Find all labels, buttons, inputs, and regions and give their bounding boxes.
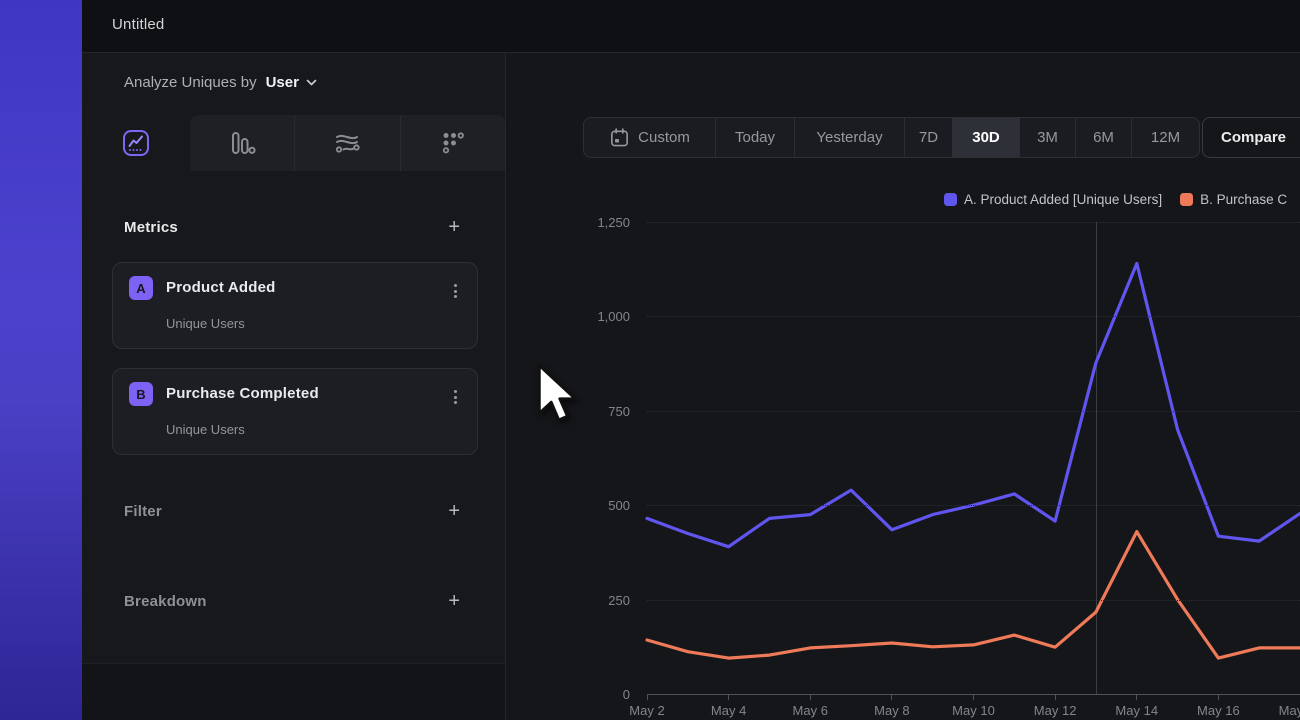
y-axis-labels: 02505007501,0001,250 <box>548 222 630 694</box>
range-label: 30D <box>972 129 1000 146</box>
gridline <box>647 411 1300 412</box>
x-tick-label: May 14 <box>1107 703 1167 718</box>
y-tick-label: 500 <box>548 498 630 513</box>
calendar-icon <box>609 127 630 148</box>
analyze-value-dropdown[interactable]: User <box>266 74 299 91</box>
x-tick-label: May 10 <box>944 703 1004 718</box>
breakdown-title: Breakdown <box>124 593 207 610</box>
metric-measure[interactable]: Unique Users <box>166 316 245 331</box>
top-bar: Untitled <box>82 0 1300 52</box>
metric-name: Purchase Completed <box>166 385 319 402</box>
analyze-label: Analyze Uniques by <box>124 74 257 91</box>
left-gradient-strip <box>0 0 82 720</box>
tab-metric-grid[interactable] <box>400 115 505 171</box>
mouse-cursor <box>536 364 580 430</box>
metric-badge-a: A <box>129 276 153 300</box>
range-label: 6M <box>1093 129 1114 146</box>
series-line <box>647 532 1300 659</box>
x-tick <box>891 695 892 700</box>
x-tick <box>810 695 811 700</box>
metric-card-a[interactable]: A Product Added Unique Users <box>112 262 478 349</box>
x-tick-label: May 16 <box>1188 703 1248 718</box>
range-30d[interactable]: 30D <box>952 118 1019 157</box>
chart-legend: A. Product Added [Unique Users] B. Purcha… <box>944 192 1287 207</box>
compare-button[interactable]: Compare <box>1202 117 1300 158</box>
range-yesterday[interactable]: Yesterday <box>794 118 904 157</box>
tab-line-chart[interactable] <box>82 115 190 171</box>
legend-swatch <box>1180 193 1193 206</box>
add-breakdown-button[interactable]: + <box>448 591 460 611</box>
x-tick <box>728 695 729 700</box>
x-tick <box>973 695 974 700</box>
breakdown-section-header: Breakdown + <box>124 591 460 611</box>
report-title[interactable]: Untitled <box>112 16 164 33</box>
bar-chart-icon <box>227 128 257 158</box>
legend-swatch <box>944 193 957 206</box>
chart-type-tabs <box>82 115 505 171</box>
tab-bar-chart[interactable] <box>190 115 294 171</box>
x-tick-label: May 6 <box>780 703 840 718</box>
metric-options-kebab-icon[interactable] <box>447 282 463 300</box>
x-tick <box>1136 695 1137 700</box>
metric-measure[interactable]: Unique Users <box>166 422 245 437</box>
range-7d[interactable]: 7D <box>904 118 952 157</box>
metric-options-kebab-icon[interactable] <box>447 388 463 406</box>
metric-card-b[interactable]: B Purchase Completed Unique Users <box>112 368 478 455</box>
gridline <box>647 222 1300 223</box>
range-label: 7D <box>919 129 938 146</box>
y-tick-label: 250 <box>548 593 630 608</box>
y-tick-label: 1,250 <box>548 215 630 230</box>
x-tick-label: May 12 <box>1025 703 1085 718</box>
query-sidebar: Analyze Uniques by User <box>82 53 505 720</box>
legend-item[interactable]: A. Product Added [Unique Users] <box>944 192 1162 207</box>
range-custom[interactable]: Custom <box>584 118 715 157</box>
range-3m[interactable]: 3M <box>1019 118 1075 157</box>
date-range-control: Custom Today Yesterday 7D 30D 3M 6M 12M <box>583 117 1200 158</box>
range-label: Today <box>735 129 775 146</box>
metric-grid-icon <box>438 128 468 158</box>
add-metric-button[interactable]: + <box>448 217 460 237</box>
gridline <box>647 316 1300 317</box>
metric-name: Product Added <box>166 279 276 296</box>
add-filter-button[interactable]: + <box>448 501 460 521</box>
x-tick-label: May 8 <box>862 703 922 718</box>
range-12m[interactable]: 12M <box>1131 118 1199 157</box>
analyze-uniques-row: Analyze Uniques by User <box>124 74 317 91</box>
flow-icon <box>332 128 362 158</box>
chart-series-svg <box>647 222 1300 694</box>
filter-title: Filter <box>124 503 162 520</box>
filter-section-header: Filter + <box>124 501 460 521</box>
legend-item[interactable]: B. Purchase C <box>1180 192 1287 207</box>
legend-label: B. Purchase C <box>1200 192 1287 207</box>
x-tick-label: May 4 <box>699 703 759 718</box>
y-tick-label: 0 <box>548 687 630 702</box>
metrics-section-header: Metrics + <box>124 217 460 237</box>
range-label: 3M <box>1037 129 1058 146</box>
x-tick-label: May 18 <box>1270 703 1300 718</box>
metrics-title: Metrics <box>124 219 178 236</box>
range-6m[interactable]: 6M <box>1075 118 1131 157</box>
x-tick <box>647 695 648 700</box>
gridline <box>647 600 1300 601</box>
chart-type-tab-tray <box>190 115 505 171</box>
sidebar-footer <box>82 663 505 720</box>
line-chart-plot[interactable]: May 2May 4May 6May 8May 10May 12May 14Ma… <box>647 222 1300 694</box>
gridline <box>647 505 1300 506</box>
range-today[interactable]: Today <box>715 118 794 157</box>
range-label: 12M <box>1151 129 1180 146</box>
range-label: Custom <box>638 129 690 146</box>
chevron-down-icon[interactable] <box>306 79 317 86</box>
line-chart-icon <box>121 128 151 158</box>
tab-flow[interactable] <box>294 115 399 171</box>
y-tick-label: 1,000 <box>548 309 630 324</box>
x-tick <box>1218 695 1219 700</box>
x-tick-label: May 2 <box>617 703 677 718</box>
range-label: Yesterday <box>816 129 882 146</box>
metric-badge-b: B <box>129 382 153 406</box>
x-tick <box>1055 695 1056 700</box>
app-window: Untitled Analyze Uniques by User <box>0 0 1300 720</box>
legend-label: A. Product Added [Unique Users] <box>964 192 1162 207</box>
